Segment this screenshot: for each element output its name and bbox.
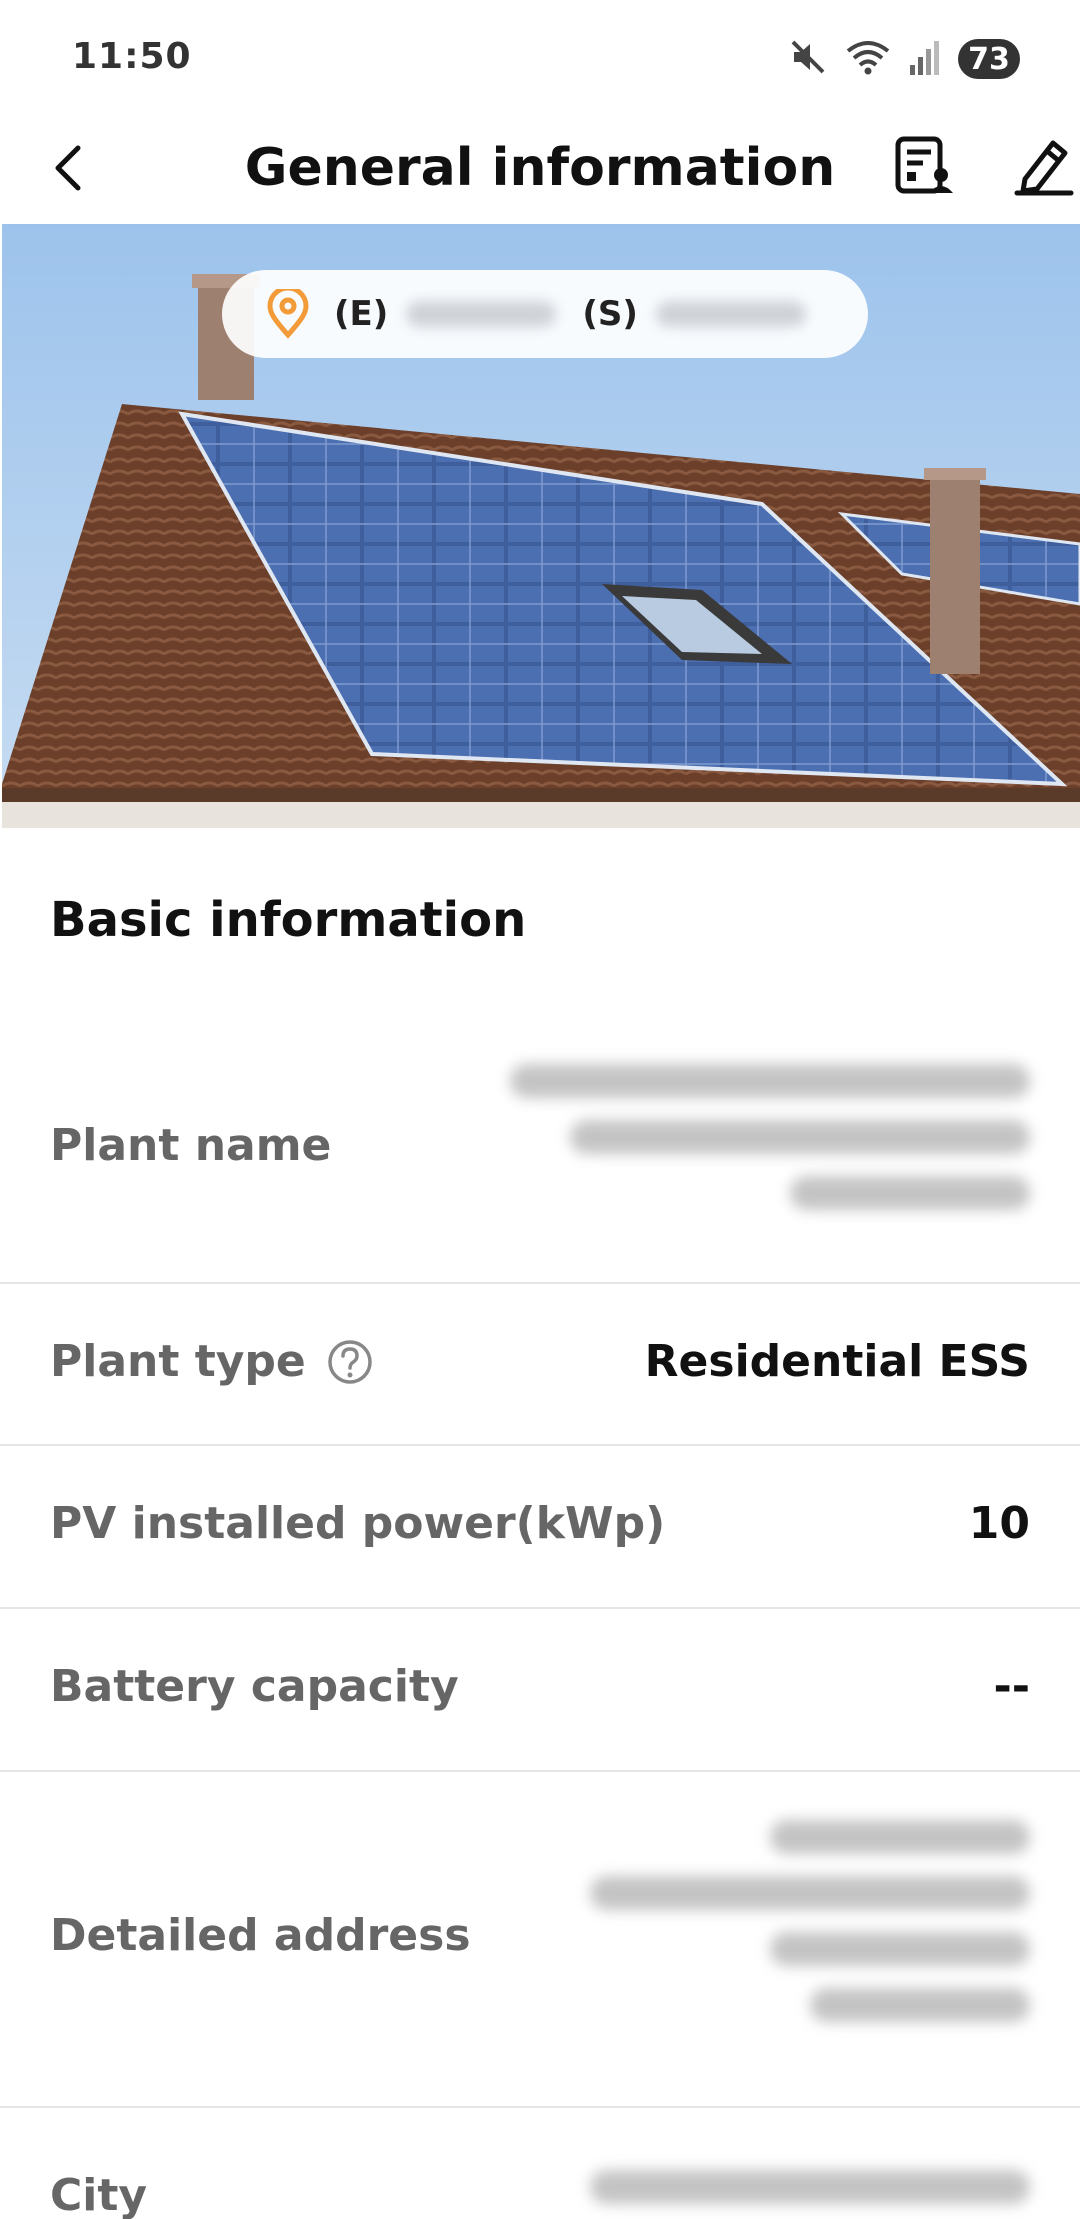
- edit-button[interactable]: [1008, 130, 1080, 202]
- info-row-plant-name: Plant name: [0, 1020, 1080, 1284]
- wifi-icon: [844, 37, 892, 81]
- section-title: Basic information: [50, 892, 527, 948]
- location-pin-icon: [267, 289, 309, 339]
- battery-indicator: 73: [958, 39, 1020, 79]
- info-row-battery-capacity: Battery capacity --: [0, 1609, 1080, 1772]
- row-value: Residential ESS: [644, 1336, 1030, 1387]
- row-label: Plant type: [50, 1336, 306, 1387]
- app-header: General information: [0, 118, 1080, 222]
- mute-icon: [788, 37, 828, 81]
- report-icon: [895, 136, 953, 194]
- row-label: PV installed power(kWp): [50, 1498, 666, 1549]
- row-label-group: Plant type: [50, 1336, 374, 1387]
- plant-name-value-redacted: [510, 1064, 1030, 1210]
- row-value: --: [993, 1661, 1030, 1712]
- latitude-value-redacted: [655, 301, 806, 327]
- plant-image: (E) (S): [2, 224, 1080, 828]
- info-row-detailed-address: Detailed address: [0, 1772, 1080, 2108]
- row-value: 10: [968, 1498, 1030, 1549]
- longitude-value-redacted: [406, 301, 557, 327]
- row-label: Detailed address: [50, 1910, 471, 1961]
- info-row-plant-type: Plant type Residential ESS: [0, 1284, 1080, 1446]
- status-bar: 11:50 73: [0, 0, 1080, 118]
- signal-icon: [908, 37, 942, 81]
- row-label: City: [50, 2170, 148, 2219]
- info-row-pv-power: PV installed power(kWp) 10: [0, 1446, 1080, 1609]
- edit-icon: [1014, 140, 1074, 196]
- longitude-label: (E): [334, 294, 389, 334]
- address-value-redacted: [590, 1820, 1030, 2022]
- info-row-city: City: [0, 2108, 1080, 2219]
- row-label: Plant name: [50, 1120, 332, 1171]
- city-value-redacted: [590, 2170, 1030, 2204]
- latitude-label: (S): [582, 294, 638, 334]
- status-time: 11:50: [72, 36, 192, 77]
- row-label: Battery capacity: [50, 1661, 459, 1712]
- help-icon[interactable]: [326, 1338, 374, 1386]
- report-button[interactable]: [888, 130, 960, 202]
- status-icons: 73: [788, 36, 1020, 82]
- coordinates-bar: (E) (S): [222, 270, 868, 358]
